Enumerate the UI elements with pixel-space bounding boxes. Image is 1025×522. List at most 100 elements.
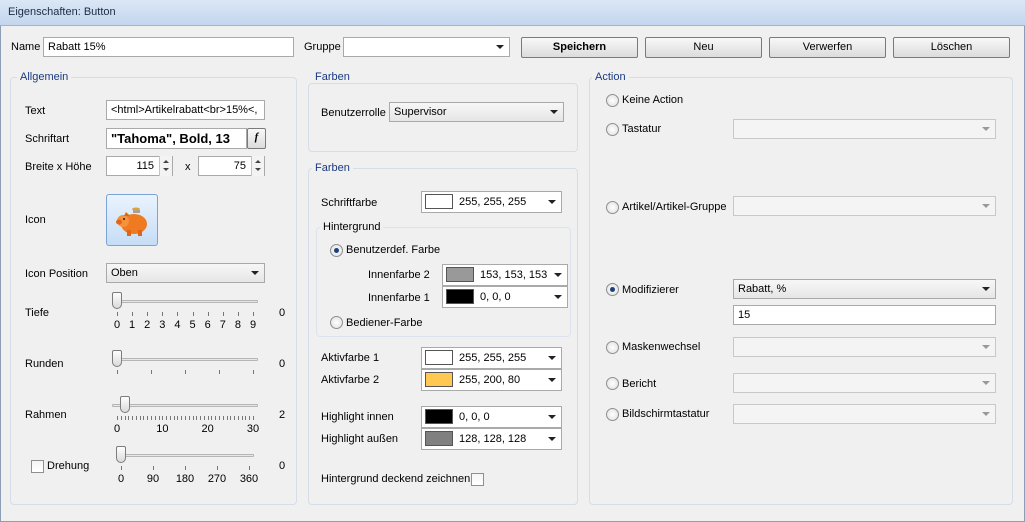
benutzerdef-label: Benutzerdef. Farbe <box>346 244 441 256</box>
drehung-checkbox[interactable] <box>31 460 44 473</box>
rahmen-tick-label: 20 <box>201 423 214 435</box>
iconpos-select[interactable]: Oben <box>106 263 265 283</box>
maskenwechsel-radio[interactable] <box>606 341 619 354</box>
runden-tick <box>151 370 152 374</box>
runden-thumb[interactable] <box>112 350 122 367</box>
tiefe-tick <box>177 312 179 316</box>
aktiv2-picker[interactable]: 255, 200, 80 <box>421 369 562 391</box>
hl-innen-swatch <box>425 409 453 424</box>
hl-innen-label: Highlight innen <box>321 411 394 423</box>
aktiv2-label: Aktivfarbe 2 <box>321 374 380 386</box>
tastatur-select[interactable] <box>733 119 996 139</box>
modifizierer-value: Rabatt, % <box>738 283 787 295</box>
farben-role-title: Farben <box>312 71 353 83</box>
modifizierer-amount-input[interactable]: 15 <box>733 305 996 325</box>
bildschirm-radio[interactable] <box>606 408 619 421</box>
rahmen-tick <box>188 416 190 420</box>
tiefe-thumb[interactable] <box>112 292 122 309</box>
chevron-down-icon <box>496 45 504 49</box>
drehung-tick <box>249 466 250 470</box>
tastatur-radio[interactable] <box>606 123 619 136</box>
rahmen-slider[interactable]: 0 10 20 30 <box>112 396 259 436</box>
aktiv2-swatch <box>425 372 453 387</box>
artikel-radio[interactable] <box>606 201 619 214</box>
artikel-select[interactable] <box>733 196 996 216</box>
drehung-thumb[interactable] <box>116 446 126 463</box>
rahmen-track[interactable] <box>112 404 258 407</box>
spin-down-icon <box>163 168 169 171</box>
text-input[interactable]: <html>Artikelrabatt<br>15%<, <box>106 100 265 120</box>
action-title: Action <box>592 71 629 83</box>
deckend-checkbox[interactable] <box>471 473 484 486</box>
drehung-slider[interactable]: 0 90 180 270 360 <box>116 446 258 488</box>
chevron-down-icon <box>548 378 556 382</box>
gruppe-label: Gruppe <box>304 41 341 53</box>
chevron-down-icon <box>982 287 990 291</box>
tiefe-tick <box>162 312 164 316</box>
modifizierer-select[interactable]: Rabatt, % <box>733 279 996 299</box>
rahmen-tick <box>166 416 168 420</box>
chevron-down-icon <box>548 356 556 360</box>
innen2-picker[interactable]: 153, 153, 153 <box>442 264 568 286</box>
new-button[interactable]: Neu <box>645 37 762 58</box>
runden-value: 0 <box>279 358 286 370</box>
role-value: Supervisor <box>394 106 447 118</box>
schriftfarbe-picker[interactable]: 255, 255, 255 <box>421 191 562 213</box>
aktiv1-value: 255, 255, 255 <box>459 352 527 364</box>
maskenwechsel-select[interactable] <box>733 337 996 357</box>
chevron-down-icon <box>548 415 556 419</box>
chevron-down-icon <box>548 200 556 204</box>
schriftfarbe-value: 255, 255, 255 <box>459 196 527 208</box>
schriftfarbe-swatch <box>425 194 453 209</box>
width-spinner[interactable] <box>159 156 172 176</box>
rahmen-tick <box>245 416 247 420</box>
hl-aussen-picker[interactable]: 128, 128, 128 <box>421 428 562 450</box>
aktiv1-picker[interactable]: 255, 255, 255 <box>421 347 562 369</box>
save-button[interactable]: Speichern <box>521 37 638 58</box>
drehung-tick-label: 90 <box>146 473 160 485</box>
tiefe-label: Tiefe <box>25 307 50 319</box>
tiefe-tick-label: 9 <box>249 319 257 331</box>
rahmen-tick <box>147 416 149 420</box>
discard-button[interactable]: Verwerfen <box>769 37 886 58</box>
drehung-tick-label: 180 <box>175 473 195 485</box>
icon-picker-button[interactable] <box>106 194 158 246</box>
bildschirm-select[interactable] <box>733 404 996 424</box>
text-label: Text <box>25 105 46 117</box>
bericht-radio[interactable] <box>606 377 619 390</box>
bericht-select[interactable] <box>733 373 996 393</box>
drehung-tick <box>217 466 218 470</box>
tiefe-slider[interactable]: 0123456789 <box>112 292 258 332</box>
drehung-tick-label: 270 <box>207 473 227 485</box>
tiefe-tick <box>117 312 118 316</box>
benutzerdef-radio[interactable] <box>330 244 343 257</box>
name-input[interactable]: Rabatt 15% <box>43 37 294 57</box>
icon-label: Icon <box>25 214 46 226</box>
rahmen-tick <box>177 416 179 420</box>
role-select[interactable]: Supervisor <box>389 102 564 122</box>
innen1-picker[interactable]: 0, 0, 0 <box>442 286 568 308</box>
runden-track[interactable] <box>112 358 258 361</box>
hl-innen-value: 0, 0, 0 <box>459 411 490 423</box>
runden-slider[interactable] <box>112 350 258 380</box>
runden-tick <box>117 370 118 374</box>
rahmen-tick-label: 30 <box>246 423 260 435</box>
delete-button[interactable]: Löschen <box>893 37 1010 58</box>
rahmen-tick <box>124 416 126 420</box>
rahmen-tick <box>135 416 137 420</box>
modifizierer-radio[interactable] <box>606 283 619 296</box>
drehung-track[interactable] <box>116 454 254 457</box>
hl-innen-picker[interactable]: 0, 0, 0 <box>421 406 562 428</box>
rahmen-tick <box>230 416 232 420</box>
rahmen-thumb[interactable] <box>119 396 130 413</box>
bediener-radio[interactable] <box>330 316 343 329</box>
runden-tick <box>253 370 254 374</box>
rahmen-tick <box>169 416 171 420</box>
deckend-label: Hintergrund deckend zeichnen <box>321 473 471 485</box>
bericht-label: Bericht <box>622 378 657 390</box>
keine-action-radio[interactable] <box>606 94 619 107</box>
height-spinner[interactable] <box>251 156 264 176</box>
tiefe-track[interactable] <box>112 300 258 303</box>
font-picker-button[interactable]: f <box>247 128 266 149</box>
gruppe-select[interactable] <box>343 37 510 57</box>
